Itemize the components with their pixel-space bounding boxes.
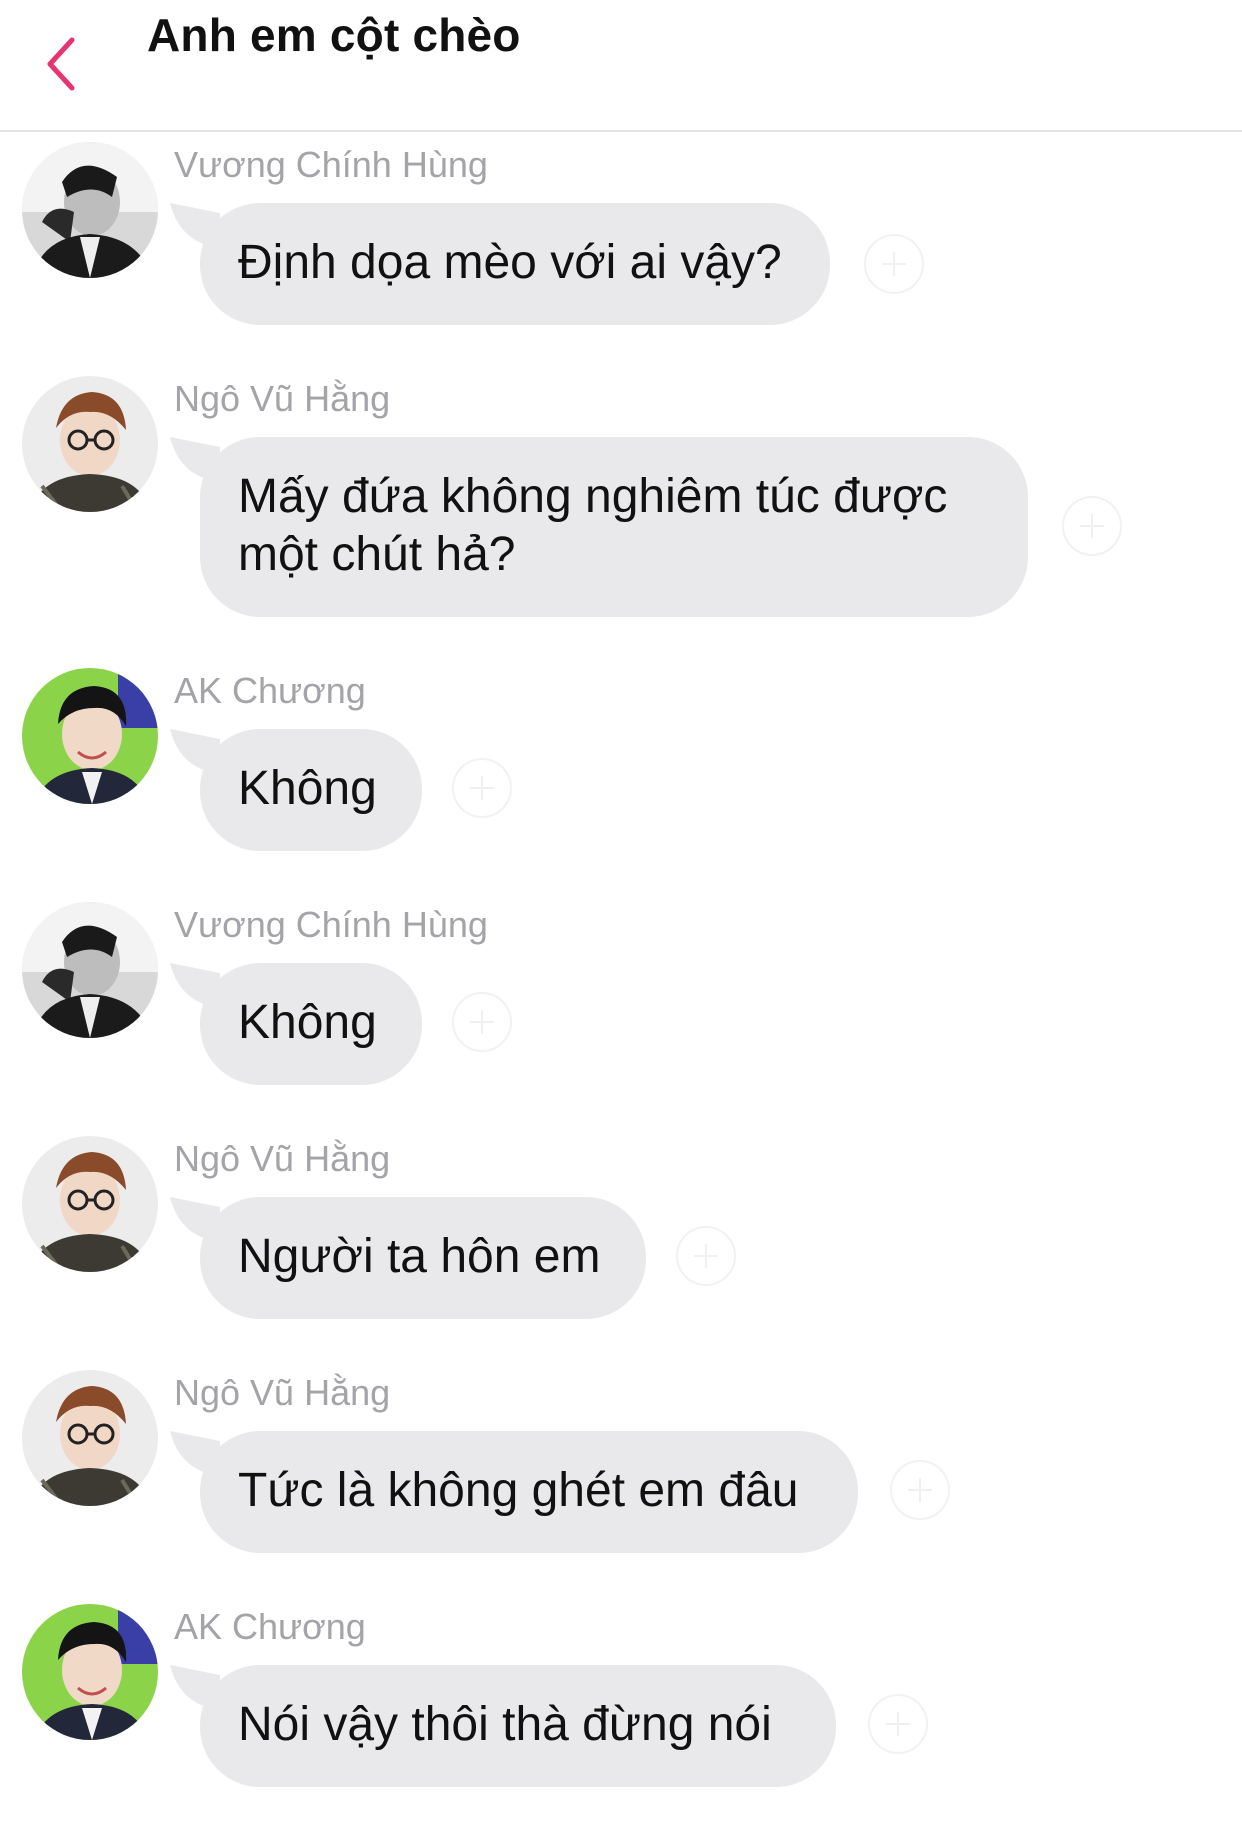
message-bubble[interactable]: Tức là không ghét em đâu [200,1431,858,1553]
chat-title[interactable]: Anh em cột chèo [147,8,521,62]
avatar[interactable] [22,1370,158,1506]
add-reaction-icon[interactable] [890,1460,950,1520]
add-reaction-icon[interactable] [452,992,512,1052]
sender-name: AK Chương [174,670,366,711]
message-bubble[interactable]: Người ta hôn em [200,1197,646,1319]
add-reaction-icon[interactable] [864,234,924,294]
chat-header: Anh em cột chèo [0,0,1242,132]
avatar[interactable] [22,902,158,1038]
message-bubble[interactable]: Không [200,963,422,1085]
sender-name: Ngô Vũ Hằng [174,378,391,419]
message-bubble[interactable]: Nói vậy thôi thà đừng nói [200,1665,836,1787]
back-chevron-icon[interactable] [40,34,84,94]
add-reaction-icon[interactable] [1062,496,1122,556]
avatar[interactable] [22,1604,158,1740]
avatar[interactable] [22,668,158,804]
sender-name: Vương Chính Hùng [174,904,488,945]
message-bubble[interactable]: Mấy đứa không nghiêm túc được một chút h… [200,437,1028,617]
avatar[interactable] [22,1136,158,1272]
sender-name: Vương Chính Hùng [174,144,488,185]
avatar[interactable] [22,376,158,512]
sender-name: Ngô Vũ Hằng [174,1372,391,1413]
sender-name: AK Chương [174,1606,366,1647]
message-bubble[interactable]: Định dọa mèo với ai vậy? [200,203,830,325]
avatar[interactable] [22,142,158,278]
add-reaction-icon[interactable] [452,758,512,818]
sender-name: Ngô Vũ Hằng [174,1138,391,1179]
add-reaction-icon[interactable] [676,1226,736,1286]
message-bubble[interactable]: Không [200,729,422,851]
add-reaction-icon[interactable] [868,1694,928,1754]
